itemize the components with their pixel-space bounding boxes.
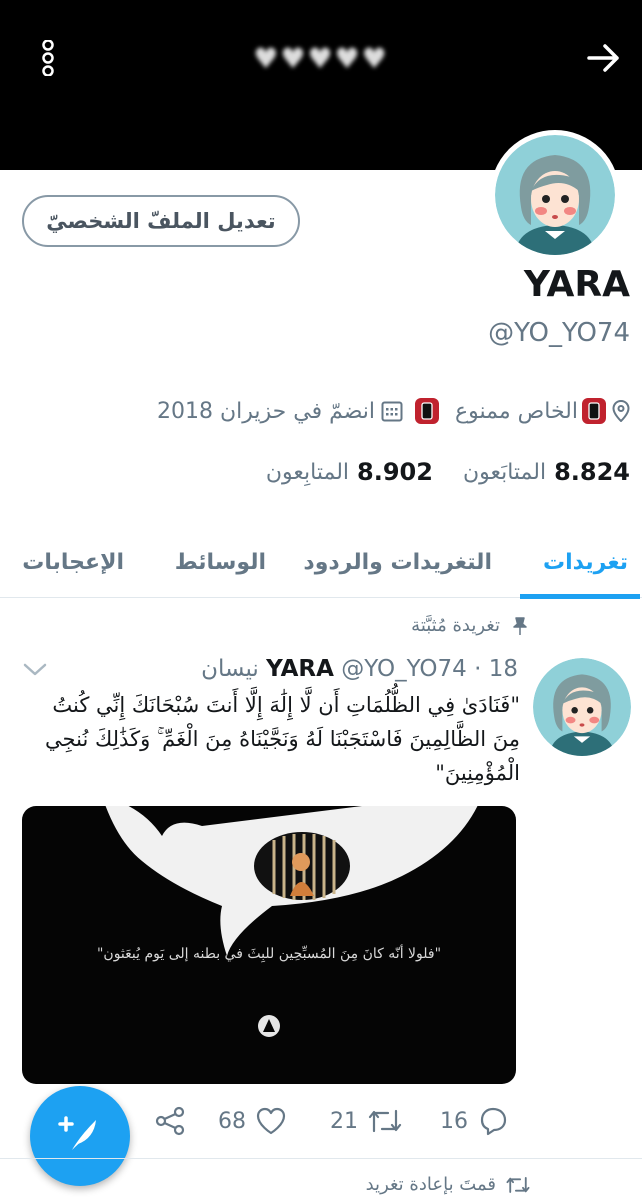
tab-tweets[interactable]: تغريدات xyxy=(543,526,628,598)
tweet-author[interactable]: YARA xyxy=(266,656,334,682)
heart-icon[interactable] xyxy=(256,1107,286,1135)
tweet-media-image[interactable]: "فلولا أنّه كانَ مِنَ المُسبِّحِين للبِث… xyxy=(22,806,516,1084)
edit-profile-button[interactable]: تعديل الملفّ الشخصيّ xyxy=(22,195,300,247)
calendar-icon xyxy=(381,400,403,422)
tab-likes[interactable]: الإعجابات xyxy=(22,526,124,598)
tweet-separator: · xyxy=(474,656,482,682)
chevron-down-icon[interactable] xyxy=(22,660,48,680)
location-text: الخاص ممنوع xyxy=(455,398,578,424)
joined-date: انضمّ في حزيران 2018 xyxy=(156,398,376,424)
tweet-text: "فَنَادَىٰ فِي الظُّلُمَاتِ أَن لَّا إِل… xyxy=(45,693,520,785)
tweet-avatar[interactable] xyxy=(533,658,631,756)
retweet-icon[interactable] xyxy=(368,1107,402,1135)
following-count[interactable]: 8.824 xyxy=(554,458,630,486)
retweet-small-icon xyxy=(506,1175,530,1195)
follow-stats: 8.824 المتابَعون 8.902 المتابِعون xyxy=(266,458,630,486)
profile-name: YARA xyxy=(523,264,630,305)
followers-count[interactable]: 8.902 xyxy=(357,458,433,486)
like-action[interactable]: 68 xyxy=(218,1098,286,1144)
retweeted-label: قمتَ بإعادة تغريد xyxy=(366,1174,530,1195)
profile-info-row: الخاص ممنوع انضمّ في حزيران 2018 xyxy=(157,398,630,424)
profile-avatar[interactable] xyxy=(490,130,620,260)
tab-media[interactable]: الوسائط xyxy=(175,526,266,598)
active-tab-indicator xyxy=(520,594,640,599)
profile-tabs: تغريدات التغريدات والردود الوسائط الإعجا… xyxy=(0,526,642,598)
media-quote-text: "فلولا أنّه كانَ مِنَ المُسبِّحِين للبِث… xyxy=(96,946,442,962)
following-label[interactable]: المتابَعون xyxy=(463,460,546,485)
retweeted-text: قمتَ بإعادة تغريد xyxy=(365,1174,496,1195)
reply-count: 16 xyxy=(440,1108,468,1134)
arrow-right-icon[interactable] xyxy=(584,38,624,78)
phone-badge-icon xyxy=(415,398,440,424)
retweet-action[interactable]: 21 xyxy=(330,1098,402,1144)
pinned-text: تغريدة مُثبَّتة xyxy=(411,615,500,636)
compose-feather-icon xyxy=(58,1112,102,1160)
tweet-header: YARA @YO_YO74 · 18 نيسان xyxy=(201,656,518,682)
reply-icon[interactable] xyxy=(478,1106,508,1136)
location-pin-icon xyxy=(612,400,630,422)
like-count: 68 xyxy=(218,1108,246,1134)
compose-tweet-button[interactable] xyxy=(30,1086,130,1186)
tweet-handle[interactable]: @YO_YO74 xyxy=(341,656,467,682)
share-icon[interactable] xyxy=(155,1098,185,1144)
phone-badge-icon xyxy=(582,398,606,424)
reply-action[interactable]: 16 xyxy=(440,1098,508,1144)
profile-handle: @YO_YO74 xyxy=(488,318,630,348)
pin-icon xyxy=(510,616,530,636)
followers-label[interactable]: المتابِعون xyxy=(266,460,349,485)
pinned-tweet-label: تغريدة مُثبَّتة xyxy=(411,615,530,636)
tweet-divider xyxy=(0,1158,642,1159)
tab-tweets-replies[interactable]: التغريدات والردود xyxy=(303,526,492,598)
header-name: ♥♥♥♥♥ xyxy=(253,42,389,75)
retweet-count: 21 xyxy=(330,1108,358,1134)
